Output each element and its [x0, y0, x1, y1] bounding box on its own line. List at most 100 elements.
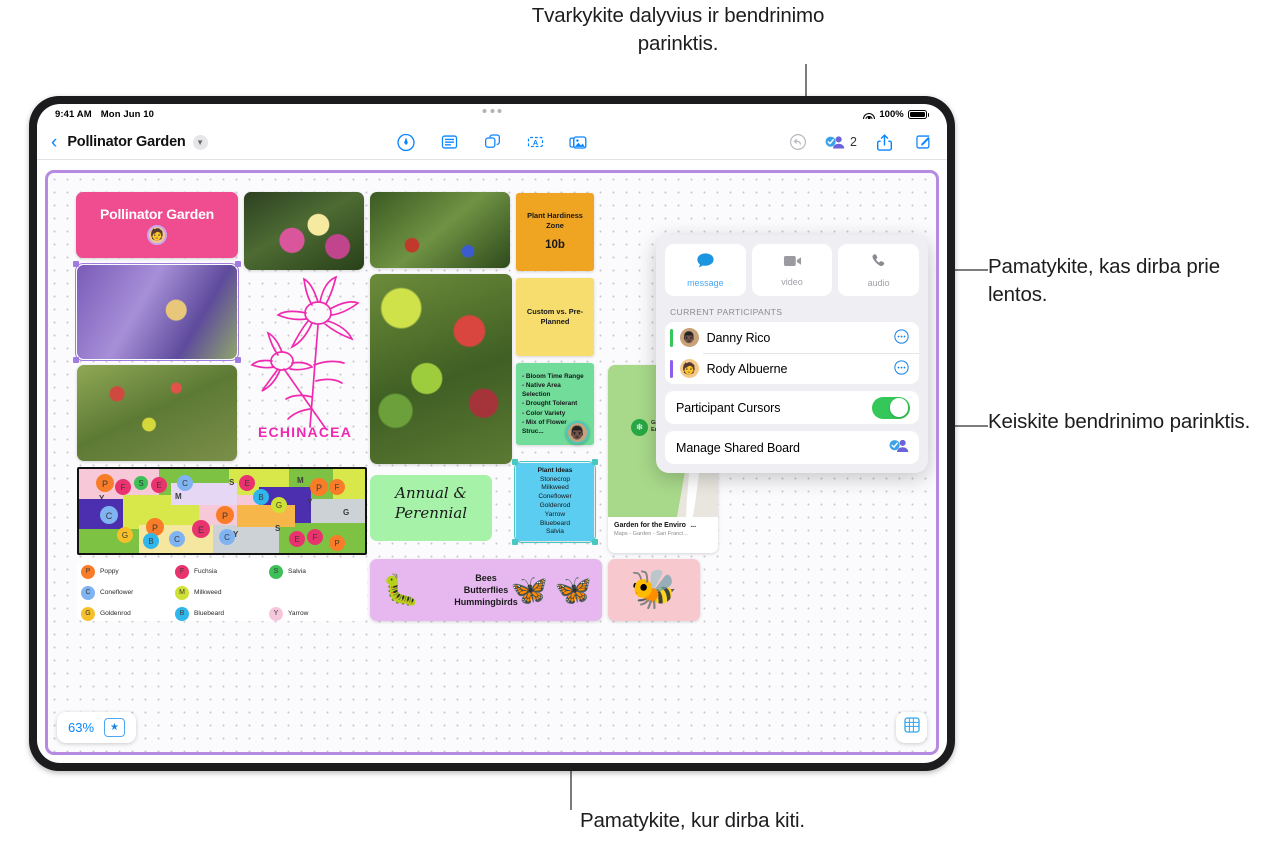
- handwritten-note[interactable]: Annual & Perennial: [370, 475, 492, 541]
- svg-text:S: S: [229, 478, 235, 487]
- manage-shared-board-label: Manage Shared Board: [676, 440, 800, 455]
- more-circle-icon[interactable]: [894, 360, 909, 377]
- grid-icon: [903, 717, 920, 738]
- wifi-icon: [863, 110, 876, 119]
- multitasking-dots[interactable]: [482, 109, 502, 113]
- bee-card[interactable]: 🐝: [608, 559, 700, 621]
- pen-tool-icon[interactable]: [396, 132, 417, 153]
- sticky-note-plant-ideas[interactable]: Plant Ideas Stonecrop Milkweed Coneflowe…: [516, 463, 594, 541]
- photo-garden-bed[interactable]: [77, 365, 237, 461]
- participant-cursors-toggle[interactable]: [872, 396, 910, 419]
- participant-color-bar: [670, 359, 673, 378]
- sticky-note-icon[interactable]: [439, 132, 460, 153]
- communication-modes: message video audio: [665, 244, 920, 296]
- svg-text:P: P: [222, 511, 228, 521]
- legend-item: G Goldenrod: [81, 603, 175, 621]
- legend-label: Coneflower: [100, 589, 134, 596]
- manage-shared-icon[interactable]: [889, 437, 910, 459]
- title-card-label: Pollinator Garden: [99, 205, 215, 222]
- audio-button[interactable]: audio: [838, 244, 920, 296]
- legend-label: Fuchsia: [194, 568, 218, 575]
- whiteboard-canvas[interactable]: Pollinator Garden 🧑 Plant Hardiness Zone…: [45, 170, 939, 755]
- svg-text:F: F: [313, 533, 318, 542]
- photo-salvia-bee[interactable]: [77, 265, 237, 359]
- participant-row[interactable]: 👨🏿 Danny Rico: [665, 322, 919, 353]
- sticky-note-custom[interactable]: Custom vs. Pre-Planned: [516, 278, 594, 356]
- star-icon[interactable]: ★: [104, 718, 126, 737]
- banner-line: Butterflies: [463, 584, 509, 595]
- bee-icon: 🐝: [630, 569, 678, 611]
- participants-button[interactable]: 2: [825, 132, 857, 153]
- criteria-line: - Drought Tolerant: [522, 400, 578, 408]
- svg-text:C: C: [182, 479, 188, 488]
- plant-line: Coneflower: [538, 493, 572, 501]
- grid-toggle-button[interactable]: [896, 712, 927, 743]
- participant-cursors-row[interactable]: Participant Cursors: [665, 391, 919, 424]
- share-icon[interactable]: [874, 132, 895, 153]
- participants-card: 👨🏿 Danny Rico 🧑 Rody Albuerne: [665, 322, 919, 384]
- legend-item: S Salvia: [269, 561, 363, 582]
- message-button[interactable]: message: [665, 244, 746, 296]
- garden-plan-diagram[interactable]: YMS MGS MYY P F S E C E B G: [77, 467, 367, 555]
- sticky-title: Plant Ideas: [537, 466, 573, 474]
- ipad-device-frame: 9:41 AM Mon Jun 10 100% ‹ Pollinator Gar…: [29, 96, 955, 771]
- sticky-value: 10b: [545, 238, 565, 251]
- title-card[interactable]: Pollinator Garden 🧑: [76, 192, 238, 258]
- svg-text:B: B: [148, 537, 153, 546]
- manage-shared-board-card: Manage Shared Board: [665, 431, 919, 464]
- svg-text:E: E: [198, 525, 204, 535]
- plant-line: Stonecrop: [539, 475, 571, 483]
- participants-icon: [825, 132, 846, 153]
- battery-percent: 100%: [879, 109, 904, 120]
- svg-text:A: A: [532, 138, 537, 147]
- video-button[interactable]: video: [751, 244, 833, 296]
- message-bubble-icon: [696, 252, 715, 274]
- svg-text:F: F: [121, 483, 126, 492]
- criteria-line: - Color Variety: [522, 409, 566, 417]
- manage-shared-board-row[interactable]: Manage Shared Board: [665, 431, 919, 464]
- legend-item: Y Yarrow: [269, 603, 363, 621]
- participant-row[interactable]: 🧑 Rody Albuerne: [665, 353, 919, 384]
- app-toolbar: ‹ Pollinator Garden ▼ A 2: [37, 125, 947, 160]
- media-icon[interactable]: [568, 132, 589, 153]
- status-bar: 9:41 AM Mon Jun 10 100%: [37, 104, 947, 125]
- svg-text:E: E: [244, 479, 249, 488]
- photo-hummingbird[interactable]: [370, 192, 510, 268]
- collaboration-popover[interactable]: message video audio CURRENT PARTICIPANTS…: [656, 228, 928, 473]
- zoom-control[interactable]: 63% ★: [57, 712, 137, 743]
- legend-item: M Milkweed: [175, 582, 269, 603]
- criteria-line: - Bloom Time Range: [522, 373, 584, 381]
- legend-label: Salvia: [288, 568, 306, 575]
- zoom-level: 63%: [68, 720, 95, 735]
- sticky-note-hardiness[interactable]: Plant Hardiness Zone 10b: [516, 193, 594, 271]
- svg-text:S: S: [138, 479, 143, 488]
- more-circle-icon[interactable]: [894, 329, 909, 346]
- sketch-echinacea[interactable]: ECHINACEA: [248, 269, 368, 439]
- photo-butterfly[interactable]: [244, 192, 364, 270]
- back-button[interactable]: ‹: [51, 133, 57, 152]
- legend-item: F Fuchsia: [175, 561, 269, 582]
- callout-see-where-others-work: Pamatykite, kur dirba kiti.: [580, 809, 805, 832]
- message-label: message: [687, 278, 724, 288]
- video-label: video: [781, 276, 803, 287]
- legend-label: Poppy: [100, 568, 119, 575]
- legend-label: Goldenrod: [100, 610, 131, 617]
- participant-cursor-danny: 👨🏿: [566, 421, 589, 444]
- participant-name: Danny Rico: [706, 330, 771, 345]
- undo-icon[interactable]: [787, 132, 808, 153]
- legend-panel: P Poppy F Fuchsia S Salvia C Coneflower M Mil…: [77, 559, 367, 621]
- compose-icon[interactable]: [912, 132, 933, 153]
- avatar: 🧑: [147, 224, 167, 245]
- avatar: 🧑: [679, 359, 699, 378]
- shapes-icon[interactable]: [482, 132, 503, 153]
- butterfly-silhouette-icon: 🦋: [554, 573, 592, 607]
- photo-succulent-wall[interactable]: [370, 274, 512, 464]
- battery-icon: [907, 109, 929, 120]
- chevron-down-icon[interactable]: ▼: [192, 134, 208, 150]
- svg-text:Y: Y: [99, 494, 105, 503]
- bees-banner[interactable]: 🐛 🦋 🦋 Bees Butterflies Hummingbirds: [370, 559, 602, 621]
- callout-manage-participants: Tvarkykite dalyvius ir bendrinimo parink…: [531, 4, 825, 56]
- plant-line: Yarrow: [544, 510, 566, 518]
- text-box-icon[interactable]: A: [525, 132, 546, 153]
- sticky-title: Custom vs. Pre-Planned: [526, 307, 584, 326]
